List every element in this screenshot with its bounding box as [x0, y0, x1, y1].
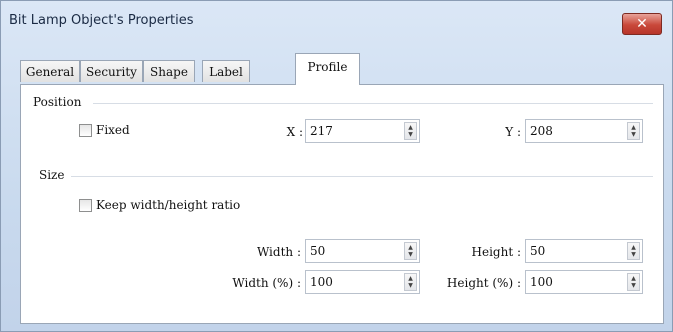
spin-up-icon: ▲ — [408, 124, 413, 131]
width-value: 50 — [310, 244, 326, 258]
y-value: 208 — [530, 124, 553, 138]
spin-up-icon: ▲ — [408, 244, 413, 251]
spin-down-icon: ▼ — [631, 131, 636, 138]
x-label: X : — [286, 125, 303, 139]
size-divider — [71, 176, 653, 177]
height-spin-arrows[interactable]: ▲ ▼ — [627, 242, 640, 260]
spin-up-icon: ▲ — [631, 275, 636, 282]
width-label: Width : — [256, 245, 301, 259]
x-spinbox[interactable]: 217 ▲ ▼ — [305, 119, 420, 143]
spin-down-icon: ▼ — [408, 282, 413, 289]
position-divider — [93, 103, 653, 104]
width-pct-spinbox[interactable]: 100 ▲ ▼ — [305, 270, 420, 294]
fixed-label: Fixed — [96, 123, 130, 137]
tab-strip: General Security Shape Label Profile — [20, 53, 660, 85]
tab-shape[interactable]: Shape — [143, 60, 195, 82]
x-spin-arrows[interactable]: ▲ ▼ — [404, 122, 417, 140]
width-pct-value: 100 — [310, 275, 333, 289]
y-spinbox[interactable]: 208 ▲ ▼ — [525, 119, 643, 143]
keep-ratio-checkbox[interactable] — [79, 198, 92, 212]
spin-down-icon: ▼ — [408, 251, 413, 258]
fixed-checkbox-row[interactable]: Fixed — [79, 123, 130, 137]
keep-ratio-label: Keep width/height ratio — [96, 198, 241, 212]
tab-general[interactable]: General — [20, 60, 80, 82]
width-spin-arrows[interactable]: ▲ ▼ — [404, 242, 417, 260]
height-spinbox[interactable]: 50 ▲ ▼ — [525, 239, 643, 263]
width-pct-label: Width (%) : — [232, 276, 301, 290]
close-button[interactable]: ✕ — [622, 13, 662, 35]
width-spinbox[interactable]: 50 ▲ ▼ — [305, 239, 420, 263]
close-icon: ✕ — [636, 16, 648, 32]
fixed-checkbox[interactable] — [79, 123, 92, 137]
tab-profile[interactable]: Profile — [295, 53, 360, 85]
height-pct-spinbox[interactable]: 100 ▲ ▼ — [525, 270, 643, 294]
height-pct-label: Height (%) : — [446, 276, 521, 290]
height-label: Height : — [471, 245, 522, 259]
position-group-label: Position — [33, 95, 82, 109]
spin-down-icon: ▼ — [631, 251, 636, 258]
spin-down-icon: ▼ — [408, 131, 413, 138]
tab-label[interactable]: Label — [202, 60, 250, 82]
y-spin-arrows[interactable]: ▲ ▼ — [627, 122, 640, 140]
tab-security[interactable]: Security — [80, 60, 143, 82]
x-value: 217 — [310, 124, 333, 138]
height-value: 50 — [530, 244, 546, 258]
spin-up-icon: ▲ — [631, 244, 636, 251]
spin-up-icon: ▲ — [631, 124, 636, 131]
title-bar[interactable]: Bit Lamp Object's Properties ✕ — [1, 1, 672, 41]
spin-down-icon: ▼ — [631, 282, 636, 289]
window-title: Bit Lamp Object's Properties — [9, 13, 194, 28]
y-label: Y : — [505, 125, 521, 139]
size-group-label: Size — [39, 168, 65, 182]
width-pct-spin-arrows[interactable]: ▲ ▼ — [404, 273, 417, 291]
profile-panel: Position Fixed X : 217 ▲ ▼ Y : 208 ▲ ▼ S… — [20, 84, 664, 324]
height-pct-value: 100 — [530, 275, 553, 289]
keep-ratio-checkbox-row[interactable]: Keep width/height ratio — [79, 198, 240, 212]
height-pct-spin-arrows[interactable]: ▲ ▼ — [627, 273, 640, 291]
properties-dialog: Bit Lamp Object's Properties ✕ General S… — [0, 0, 673, 332]
spin-up-icon: ▲ — [408, 275, 413, 282]
